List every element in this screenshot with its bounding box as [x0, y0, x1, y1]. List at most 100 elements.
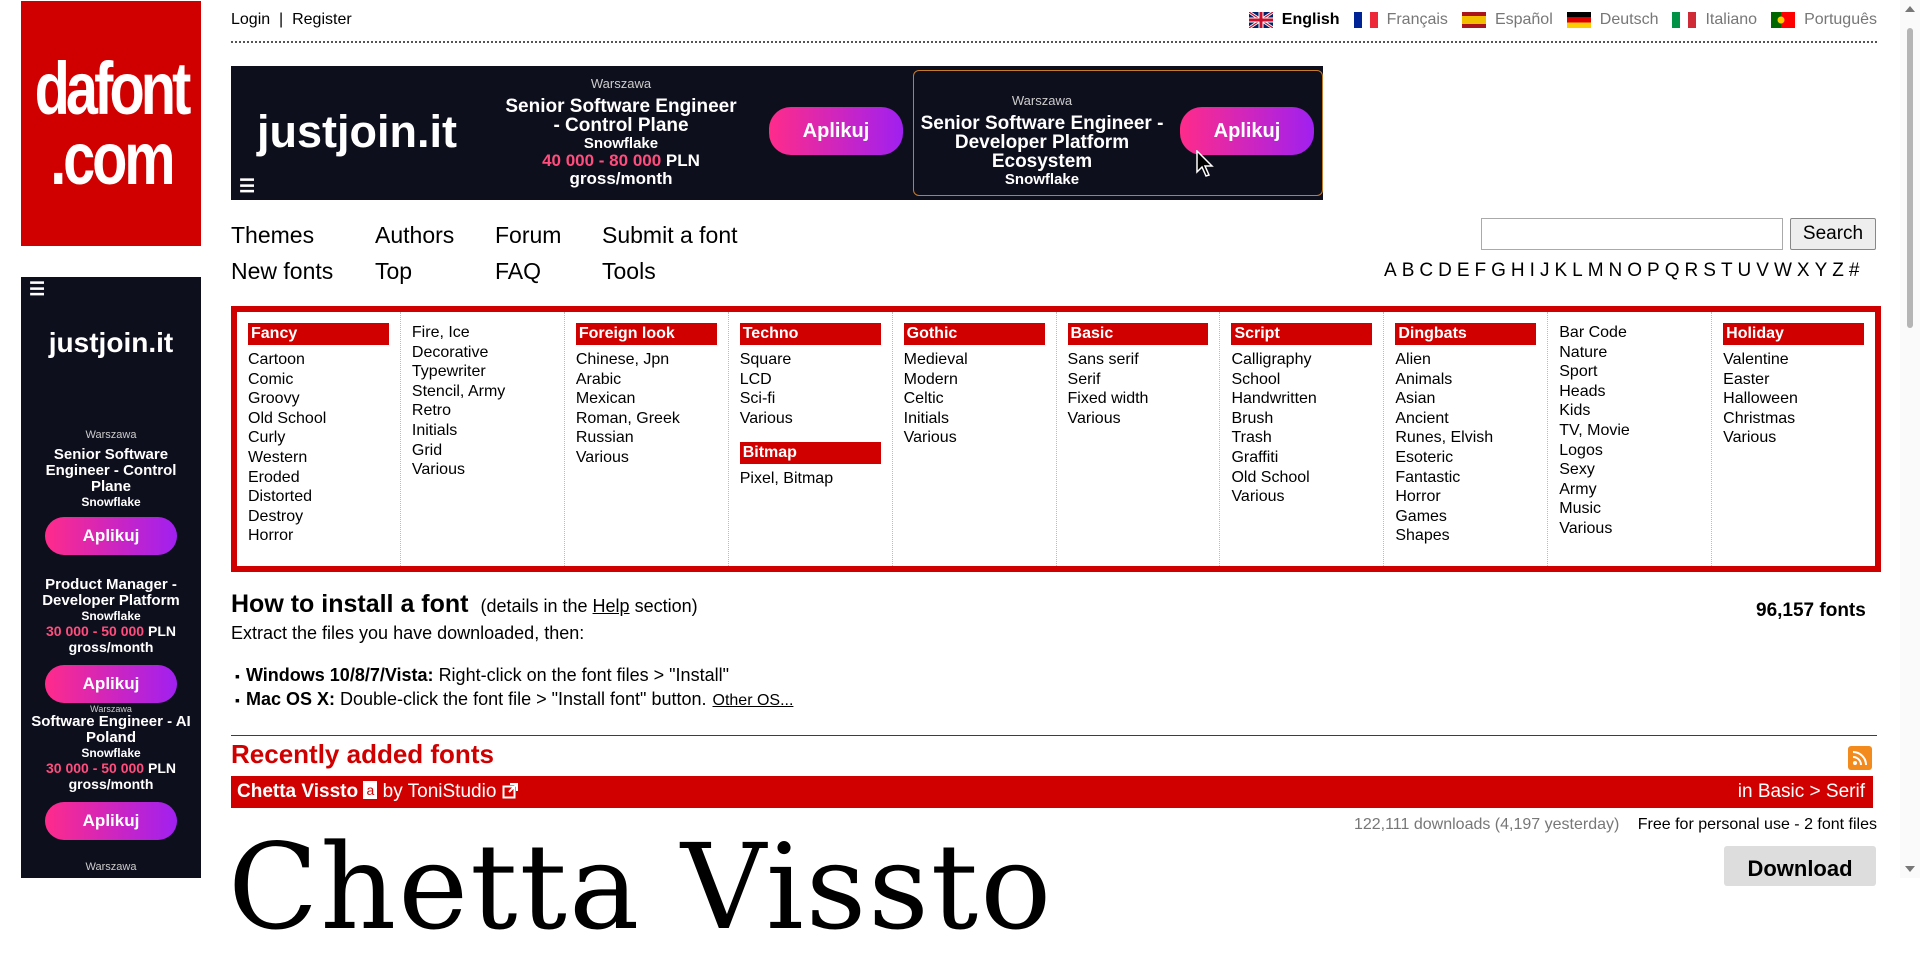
- category-heading[interactable]: Bitmap: [739, 442, 881, 465]
- category-link[interactable]: Modern: [904, 370, 1045, 390]
- category-link[interactable]: Various: [576, 448, 717, 468]
- apply-button[interactable]: Aplikuj: [769, 107, 903, 155]
- register-link[interactable]: Register: [292, 11, 352, 28]
- category-link[interactable]: Christmas: [1723, 409, 1864, 429]
- alphabet-letter[interactable]: C: [1419, 260, 1433, 282]
- menu-icon[interactable]: ☰: [29, 279, 45, 300]
- banner-job-1[interactable]: Warszawa Senior Software Engineer - Cont…: [501, 76, 741, 188]
- category-link[interactable]: Shapes: [1395, 526, 1536, 546]
- lang-italian[interactable]: Italiano: [1672, 11, 1757, 29]
- category-link[interactable]: Stencil, Army: [412, 382, 553, 402]
- apply-button[interactable]: Aplikuj: [45, 517, 177, 555]
- menu-icon[interactable]: ☰: [239, 176, 255, 197]
- login-link[interactable]: Login: [231, 11, 270, 28]
- category-link[interactable]: Animals: [1395, 370, 1536, 390]
- category-link[interactable]: Logos: [1559, 441, 1700, 461]
- alphabet-letter[interactable]: J: [1540, 260, 1550, 282]
- alphabet-letter[interactable]: K: [1554, 260, 1567, 282]
- alphabet-letter[interactable]: H: [1511, 260, 1525, 282]
- top-banner-advertisement[interactable]: justjoin.it ☰ Warszawa Senior Software E…: [231, 66, 1323, 200]
- category-link[interactable]: Fantastic: [1395, 468, 1536, 488]
- alphabet-letter[interactable]: S: [1703, 260, 1716, 282]
- category-link[interactable]: Chinese, Jpn: [576, 350, 717, 370]
- category-link[interactable]: Old School: [1231, 468, 1372, 488]
- alphabet-letter[interactable]: B: [1402, 260, 1415, 282]
- ad-job-2[interactable]: Product Manager - Developer Platform Sno…: [21, 577, 201, 703]
- ad-job-4[interactable]: Warszawa: [21, 861, 201, 873]
- category-link[interactable]: Trash: [1231, 428, 1372, 448]
- category-link[interactable]: Groovy: [248, 389, 389, 409]
- nav-forum[interactable]: Forum: [495, 222, 561, 249]
- category-link[interactable]: Sans serif: [1068, 350, 1209, 370]
- category-link[interactable]: Halloween: [1723, 389, 1864, 409]
- category-link[interactable]: Asian: [1395, 389, 1536, 409]
- category-link[interactable]: Bar Code: [1559, 323, 1700, 343]
- category-link[interactable]: Western: [248, 448, 389, 468]
- category-link[interactable]: Various: [1559, 519, 1700, 539]
- category-link[interactable]: Various: [412, 460, 553, 480]
- category-heading[interactable]: Techno: [739, 323, 881, 345]
- alphabet-letter[interactable]: M: [1588, 260, 1604, 282]
- category-link[interactable]: Graffiti: [1231, 448, 1372, 468]
- category-link[interactable]: Alien: [1395, 350, 1536, 370]
- category-heading[interactable]: Holiday: [1723, 323, 1865, 345]
- category-link[interactable]: Retro: [412, 401, 553, 421]
- category-link[interactable]: Esoteric: [1395, 448, 1536, 468]
- category-heading[interactable]: Gothic: [903, 323, 1045, 345]
- category-link[interactable]: Various: [1068, 409, 1209, 429]
- ad-job-1[interactable]: Warszawa Senior Software Engineer - Cont…: [21, 429, 201, 555]
- vertical-scrollbar[interactable]: [1900, 0, 1920, 878]
- category-link[interactable]: Army: [1559, 480, 1700, 500]
- category-link[interactable]: Initials: [412, 421, 553, 441]
- category-link[interactable]: Comic: [248, 370, 389, 390]
- category-link[interactable]: Celtic: [904, 389, 1045, 409]
- alphabet-letter[interactable]: W: [1774, 260, 1792, 282]
- alphabet-letter[interactable]: U: [1738, 260, 1752, 282]
- alphabet-letter[interactable]: N: [1609, 260, 1623, 282]
- search-button[interactable]: Search: [1790, 218, 1876, 250]
- ad-job-3[interactable]: Warszawa Software Engineer - AI Poland S…: [21, 704, 201, 840]
- lang-english[interactable]: English: [1248, 11, 1340, 29]
- category-link[interactable]: Grid: [412, 441, 553, 461]
- category-link[interactable]: Runes, Elvish: [1395, 428, 1536, 448]
- category-link[interactable]: Horror: [1395, 487, 1536, 507]
- apply-button[interactable]: Aplikuj: [45, 665, 177, 703]
- category-link[interactable]: Serif: [1068, 370, 1209, 390]
- scroll-up-icon[interactable]: [1905, 6, 1915, 12]
- help-link[interactable]: Help: [593, 596, 630, 616]
- category-link[interactable]: Sci-fi: [740, 389, 881, 409]
- category-link[interactable]: Square: [740, 350, 881, 370]
- alphabet-letter[interactable]: A: [1384, 260, 1397, 282]
- lang-spanish[interactable]: Español: [1461, 11, 1553, 29]
- search-input[interactable]: [1481, 218, 1783, 250]
- category-link[interactable]: Roman, Greek: [576, 409, 717, 429]
- alphabet-letter[interactable]: L: [1572, 260, 1583, 282]
- category-link[interactable]: Ancient: [1395, 409, 1536, 429]
- category-link[interactable]: Pixel, Bitmap: [740, 469, 881, 489]
- other-os-link[interactable]: Other OS...: [713, 692, 794, 709]
- category-link[interactable]: Fire, Ice: [412, 323, 553, 343]
- nav-themes[interactable]: Themes: [231, 222, 314, 249]
- alphabet-letter[interactable]: T: [1721, 260, 1733, 282]
- alphabet-letter[interactable]: G: [1491, 260, 1506, 282]
- category-link[interactable]: Valentine: [1723, 350, 1864, 370]
- category-link[interactable]: Initials: [904, 409, 1045, 429]
- alphabet-letter[interactable]: R: [1685, 260, 1699, 282]
- nav-submit-font[interactable]: Submit a font: [602, 222, 738, 249]
- scrollbar-thumb[interactable]: [1907, 28, 1913, 328]
- category-link[interactable]: Old School: [248, 409, 389, 429]
- external-link-icon[interactable]: [502, 783, 518, 799]
- scroll-down-icon[interactable]: [1905, 866, 1915, 872]
- category-link[interactable]: Arabic: [576, 370, 717, 390]
- category-heading[interactable]: Script: [1231, 323, 1373, 345]
- side-advertisement[interactable]: ☰ justjoin.it Warszawa Senior Software E…: [21, 277, 201, 878]
- author-link[interactable]: ToniStudio: [408, 781, 497, 802]
- category-link[interactable]: Brush: [1231, 409, 1372, 429]
- category-link[interactable]: TV, Movie: [1559, 421, 1700, 441]
- category-link[interactable]: Sexy: [1559, 460, 1700, 480]
- category-link[interactable]: Mexican: [576, 389, 717, 409]
- category-link[interactable]: Various: [1231, 487, 1372, 507]
- category-heading[interactable]: Foreign look: [575, 323, 717, 345]
- alphabet-letter[interactable]: F: [1475, 260, 1487, 282]
- font-category-link[interactable]: in Basic > Serif: [1738, 776, 1865, 808]
